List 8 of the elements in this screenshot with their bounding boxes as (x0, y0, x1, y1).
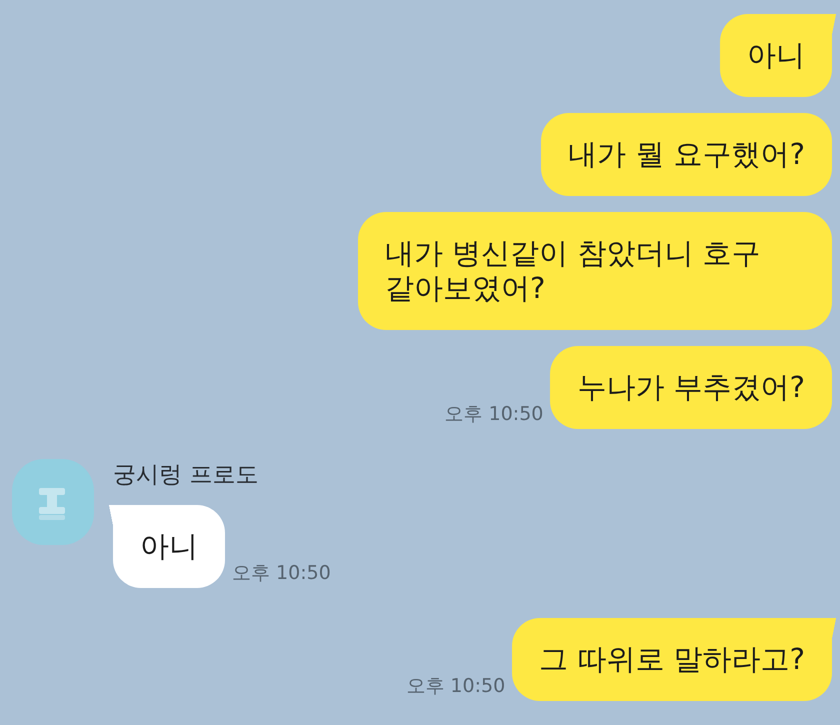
avatar-icon[interactable] (12, 459, 94, 545)
message-time: 오후 10:50 (406, 675, 506, 697)
message-time: 오후 10:50 (444, 403, 544, 425)
message-time: 오후 10:50 (232, 562, 331, 584)
message-bubble: 그 따위로 말하라고? (512, 618, 836, 701)
message-bubble: 아니 (109, 505, 225, 588)
sender-name: 궁시렁 프로도 (113, 461, 258, 490)
message-bubble: 아니 (720, 14, 836, 97)
